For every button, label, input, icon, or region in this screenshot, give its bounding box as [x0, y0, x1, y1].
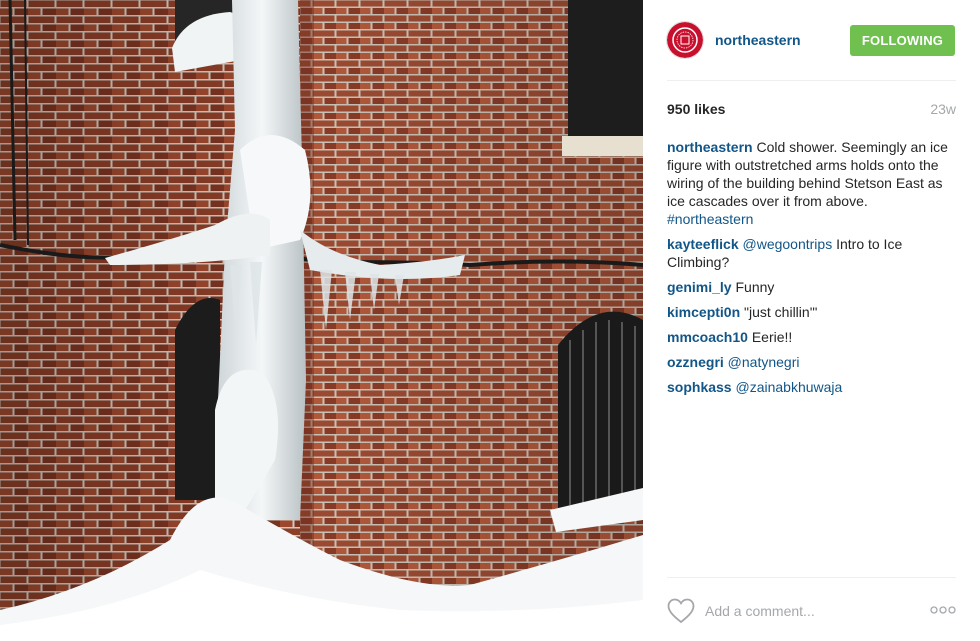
likes-count[interactable]: 950 likes [667, 101, 725, 117]
post-sidebar: northeastern FOLLOWING 950 likes 23w nor… [643, 0, 980, 641]
comment-item: kimcepti0n "just chillin'" [667, 303, 957, 321]
northeastern-seal-logo [667, 22, 703, 58]
comment-username[interactable]: ozznegri [667, 354, 724, 370]
post-author-username[interactable]: northeastern [715, 32, 801, 48]
post-actions: Add a comment... [643, 577, 980, 641]
post-header: northeastern FOLLOWING [643, 0, 980, 80]
divider [667, 80, 956, 81]
comment-username[interactable]: kayteeflick [667, 236, 739, 252]
caption: northeastern Cold shower. Seemingly an i… [667, 138, 957, 228]
comment-username[interactable]: kimcepti0n [667, 304, 740, 320]
comment-item: kayteeflick @wegoontrips Intro to Ice Cl… [667, 235, 957, 271]
comment-mention[interactable]: @wegoontrips [743, 236, 833, 252]
comment-mention[interactable]: @natynegri [728, 354, 800, 370]
heart-outline-icon[interactable] [667, 598, 695, 624]
comment-mention[interactable]: @zainabkhuwaja [735, 379, 842, 395]
comment-username[interactable]: mmcoach10 [667, 329, 748, 345]
comment-item: ozznegri @natynegri [667, 353, 957, 371]
following-button[interactable]: FOLLOWING [850, 25, 955, 56]
caption-hashtag[interactable]: #northeastern [667, 211, 753, 227]
comment-text: "just chillin'" [740, 304, 818, 320]
caption-username[interactable]: northeastern [667, 139, 753, 155]
avatar[interactable] [666, 21, 704, 59]
add-comment-input[interactable]: Add a comment... [705, 603, 815, 619]
comment-text: Funny [731, 279, 775, 295]
post-timestamp[interactable]: 23w [930, 101, 956, 117]
comment-item: genimi_ly Funny [667, 278, 957, 296]
more-options-icon[interactable] [930, 605, 956, 615]
comment-username[interactable]: sophkass [667, 379, 732, 395]
comment-text: Eerie!! [747, 329, 793, 345]
comments-list: northeastern Cold shower. Seemingly an i… [667, 138, 957, 403]
comment-item: mmcoach10 Eerie!! [667, 328, 957, 346]
post-photo [0, 0, 643, 641]
comment-username[interactable]: genimi_ly [667, 279, 732, 295]
comment-item: sophkass @zainabkhuwaja [667, 378, 957, 396]
